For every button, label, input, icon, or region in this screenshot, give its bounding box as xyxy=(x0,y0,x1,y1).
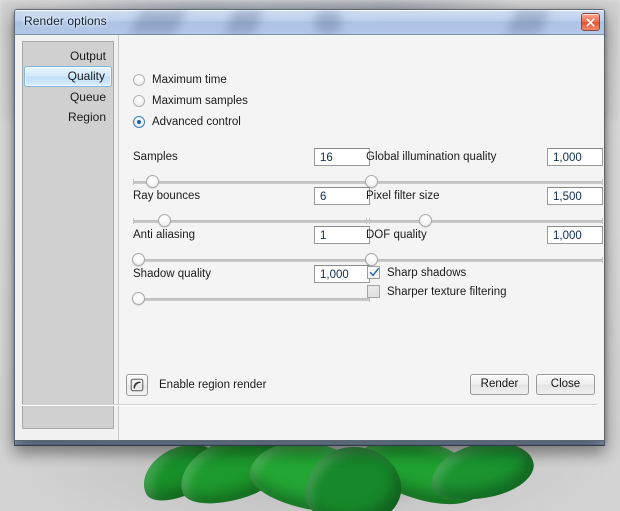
title-bar[interactable]: Render options xyxy=(15,10,604,35)
control-label: Global illumination quality xyxy=(366,151,497,163)
control-label: Ray bounces xyxy=(133,190,201,202)
checkbox-unchecked-icon xyxy=(367,285,380,298)
dof-quality-input[interactable]: 1,000 xyxy=(547,226,603,244)
radio-label: Maximum time xyxy=(152,74,227,86)
window-title: Render options xyxy=(24,14,107,28)
sidebar-item-queue[interactable]: Queue xyxy=(24,87,112,107)
screen: Render options Output Quality Queue Regi… xyxy=(0,0,620,511)
control-label: DOF quality xyxy=(366,229,427,241)
checkbox-label: Sharp shadows xyxy=(387,266,467,279)
sidebar-item-region[interactable]: Region xyxy=(24,107,112,127)
slider-thumb[interactable] xyxy=(145,175,159,188)
radio-advanced-control[interactable]: Advanced control xyxy=(133,116,241,128)
sidebar-item-output[interactable]: Output xyxy=(24,46,112,66)
ray-bounces-input[interactable]: 6 xyxy=(314,187,370,205)
window-bottom-edge xyxy=(14,441,605,446)
radio-button-icon xyxy=(133,95,145,107)
control-label: Anti aliasing xyxy=(133,229,196,241)
slider-track xyxy=(133,257,370,263)
control-label: Shadow quality xyxy=(133,268,211,280)
slider-thumb[interactable] xyxy=(365,253,378,266)
radio-maximum-samples[interactable]: Maximum samples xyxy=(133,95,248,107)
radio-label: Maximum samples xyxy=(152,95,248,107)
control-label: Samples xyxy=(133,151,178,163)
enable-region-render-label: Enable region render xyxy=(159,379,267,391)
checkmark-icon xyxy=(369,267,380,277)
slider-track xyxy=(133,296,370,302)
slider-thumb[interactable] xyxy=(132,292,145,305)
control-label: Pixel filter size xyxy=(366,190,440,202)
enable-region-render-button[interactable] xyxy=(126,374,148,396)
slider-track xyxy=(366,257,603,263)
shadow-quality-slider[interactable] xyxy=(132,292,370,306)
slider-track xyxy=(366,179,603,185)
radio-button-selected-icon xyxy=(133,116,145,128)
slider-track xyxy=(366,218,603,224)
render-button[interactable]: Render xyxy=(470,374,529,395)
samples-input[interactable]: 16 xyxy=(314,148,370,166)
checkbox-sharp-shadows[interactable]: Sharp shadows xyxy=(367,266,466,279)
radio-maximum-time[interactable]: Maximum time xyxy=(133,74,227,86)
footer-divider xyxy=(22,404,597,406)
anti-aliasing-input[interactable]: 1 xyxy=(314,226,370,244)
glass-blur-artifact xyxy=(129,10,187,34)
render-options-dialog: Render options Output Quality Queue Regi… xyxy=(14,9,605,441)
close-window-button[interactable] xyxy=(581,13,600,31)
close-button[interactable]: Close xyxy=(536,374,595,395)
close-icon xyxy=(586,17,595,27)
checkbox-checked-icon xyxy=(367,266,380,279)
radio-label: Advanced control xyxy=(152,116,241,128)
slider-thumb[interactable] xyxy=(132,253,145,266)
radio-button-icon xyxy=(133,74,145,86)
glass-blur-artifact xyxy=(225,10,263,34)
checkbox-label: Sharper texture filtering xyxy=(387,285,507,298)
slider-track xyxy=(133,179,370,185)
pixel-filter-size-input[interactable]: 1,500 xyxy=(547,187,603,205)
dof-quality-slider[interactable] xyxy=(365,253,603,267)
slider-thumb[interactable] xyxy=(419,214,433,227)
region-render-icon xyxy=(130,378,144,392)
enable-region-render-group: Enable region render xyxy=(126,374,266,396)
global-illumination-quality-input[interactable]: 1,000 xyxy=(547,148,603,166)
shadow-quality-input[interactable]: 1,000 xyxy=(314,265,370,283)
dialog-client-area: Output Quality Queue Region Maximum time… xyxy=(15,35,604,440)
slider-thumb[interactable] xyxy=(157,214,171,227)
sidebar-item-quality[interactable]: Quality xyxy=(24,66,112,87)
checkbox-sharper-texture-filtering[interactable]: Sharper texture filtering xyxy=(367,285,507,298)
glass-blur-artifact xyxy=(506,10,550,34)
slider-thumb[interactable] xyxy=(365,175,378,188)
category-sidebar: Output Quality Queue Region xyxy=(22,41,114,429)
glass-blur-artifact xyxy=(315,10,341,34)
